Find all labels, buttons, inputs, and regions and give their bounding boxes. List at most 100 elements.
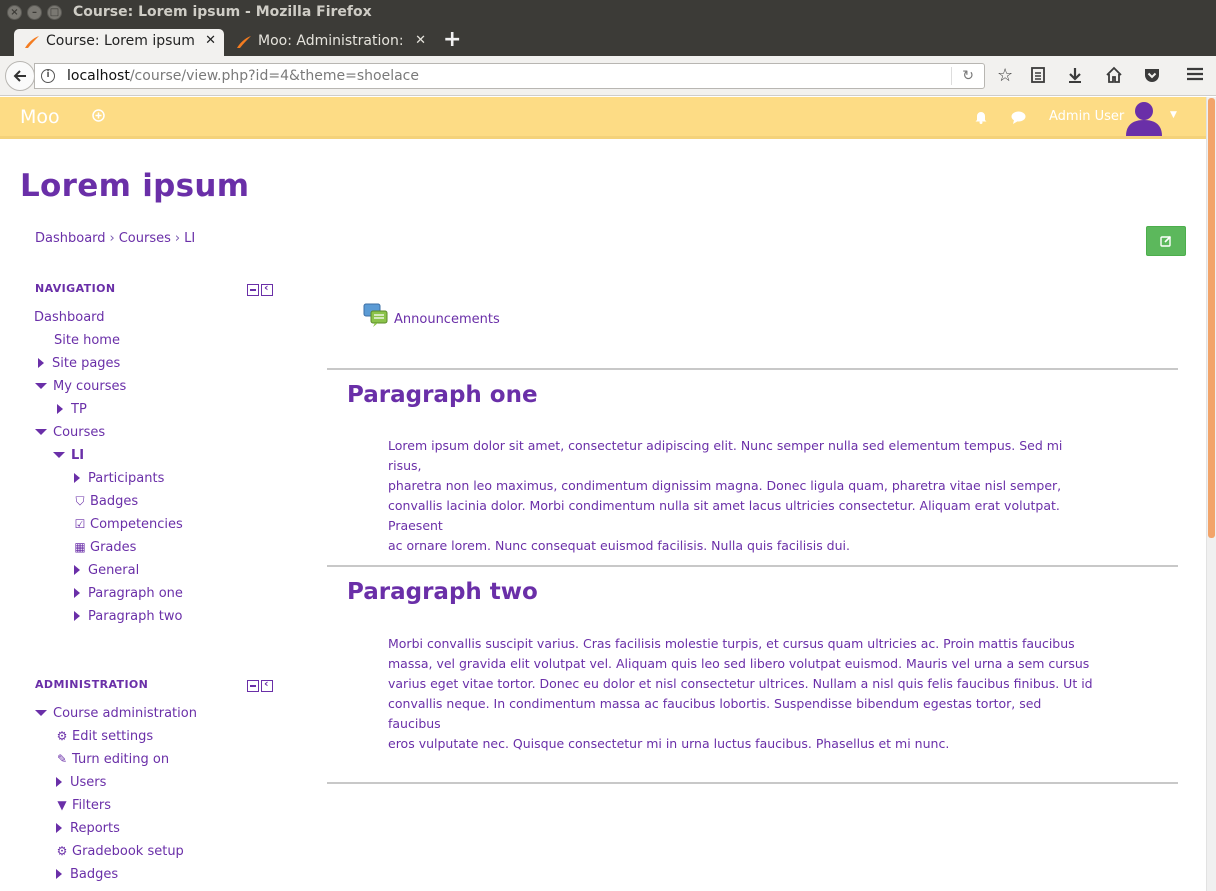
forum-icon [363,303,388,327]
admin-item-edit-settings[interactable]: ⚙ Edit settings [56,729,154,744]
window-titlebar: × – □ Course: Lorem ipsum - Mozilla Fire… [0,0,1216,26]
tab-administration[interactable]: Moo: Administration: ✕ [226,29,434,56]
pencil-icon: ✎ [56,752,68,766]
admin-item-users[interactable]: Users [56,775,106,790]
user-menu-name[interactable]: Admin User [1049,109,1124,124]
breadcrumb-course[interactable]: LI [184,231,195,246]
nav-item-general[interactable]: General [74,563,139,578]
nav-item-paragraph-one[interactable]: Paragraph one [74,586,183,601]
tab-label: Moo: Administration: [258,33,404,49]
page-title: Lorem ipsum [20,168,250,204]
section-divider [327,565,1178,567]
expand-icon [38,358,44,368]
breadcrumb-separator-icon: › [174,231,181,246]
announcements-forum[interactable]: Announcements [363,302,500,330]
admin-item-course-administration[interactable]: Course administration [35,706,197,721]
page-scrollbar[interactable] [1206,97,1216,891]
back-arrow-icon [13,70,26,82]
gear-icon: ⚙ [56,844,68,858]
window-maximize-button[interactable]: □ [47,5,62,20]
turn-editing-on-button[interactable] [1146,226,1186,256]
window-minimize-button[interactable]: – [27,5,42,20]
dock-block-icon[interactable] [261,677,273,692]
bookmark-star-icon[interactable]: ☆ [997,66,1013,86]
nav-item-li[interactable]: LI [53,448,84,463]
home-icon[interactable] [1105,66,1123,89]
tab-close-icon[interactable]: ✕ [205,33,216,48]
menu-icon[interactable] [1186,66,1204,87]
shield-icon: ⛉ [75,494,85,508]
download-icon[interactable] [1067,66,1083,89]
nav-item-courses[interactable]: Courses [35,425,105,440]
section-summary-paragraph-two: Morbi convallis suscipit varius. Cras fa… [388,636,1093,751]
breadcrumb-dashboard[interactable]: Dashboard [35,231,106,246]
moodle-favicon-icon [25,36,39,48]
reload-icon[interactable]: ↻ [962,68,974,84]
new-tab-button[interactable]: + [443,27,461,53]
expand-icon [74,588,80,598]
nav-item-site-pages[interactable]: Site pages [38,356,120,371]
expand-icon [74,611,80,621]
moodle-favicon-icon [237,36,251,48]
section-title-paragraph-one: Paragraph one [347,382,538,408]
window-close-button[interactable]: × [7,5,22,20]
breadcrumb-separator-icon: › [109,231,115,246]
nav-item-site-home[interactable]: Site home [54,333,120,348]
expand-icon [56,869,62,879]
section-title-paragraph-two: Paragraph two [347,579,538,605]
nav-item-dashboard[interactable]: Dashboard [34,310,105,325]
admin-item-filters[interactable]: ▼ Filters [56,798,111,813]
nav-item-participants[interactable]: Participants [74,471,164,486]
collapse-icon [53,452,65,458]
tab-close-icon[interactable]: ✕ [415,33,426,48]
navigation-block-title: NAVIGATION [35,282,116,295]
collapse-icon [35,429,47,435]
url-separator [951,67,952,85]
checkbox-icon: ☑ [74,517,86,531]
nav-item-badges[interactable]: ⛉ Badges [74,494,138,509]
url-bar[interactable]: i localhost/course/view.php?id=4&theme=s… [34,63,985,89]
admin-item-reports[interactable]: Reports [56,821,120,836]
nav-item-competencies[interactable]: ☑ Competencies [74,517,183,532]
tab-bar: Course: Lorem ipsum ✕ Moo: Administratio… [0,26,1216,56]
section-summary-paragraph-one: Lorem ipsum dolor sit amet, consectetur … [388,438,1063,553]
expand-icon [74,473,80,483]
messages-icon[interactable] [1011,111,1026,128]
site-info-icon[interactable]: i [41,69,55,83]
administration-block-title: ADMINISTRATION [35,678,149,691]
admin-item-gradebook-setup[interactable]: ⚙ Gradebook setup [56,844,184,859]
gear-icon: ⚙ [56,729,68,743]
nav-item-my-courses[interactable]: My courses [35,379,126,394]
nav-item-grades[interactable]: ▦ Grades [74,540,136,555]
tab-course[interactable]: Course: Lorem ipsum ✕ [14,29,224,56]
minimize-block-icon[interactable] [247,680,259,692]
collapse-icon [35,710,47,716]
user-menu-caret-icon[interactable]: ▼ [1170,110,1177,120]
url-text: localhost/course/view.php?id=4&theme=sho… [67,68,419,84]
section-divider [327,368,1178,370]
nav-item-paragraph-two[interactable]: Paragraph two [74,609,182,624]
dock-block-icon[interactable] [261,281,273,296]
navigation-block-controls [247,281,275,296]
admin-item-badges[interactable]: Badges [56,867,118,882]
window-title: Course: Lorem ipsum - Mozilla Firefox [73,4,372,20]
table-icon: ▦ [74,540,86,554]
announcements-link[interactable]: Announcements [394,312,500,327]
scrollbar-thumb[interactable] [1208,98,1215,538]
section-divider [327,782,1178,784]
nav-item-tp[interactable]: TP [57,402,87,417]
notifications-bell-icon[interactable] [974,110,988,128]
back-button[interactable] [5,61,35,91]
admin-item-turn-editing-on[interactable]: ✎ Turn editing on [56,752,169,767]
add-block-icon[interactable] [92,109,105,126]
site-header: Moo Admin User ▼ [0,97,1206,139]
site-brand[interactable]: Moo [20,106,60,128]
user-avatar-icon[interactable] [1125,100,1163,136]
reading-list-icon[interactable] [1030,66,1046,89]
expand-icon [57,404,63,414]
minimize-block-icon[interactable] [247,284,259,296]
pocket-icon[interactable] [1143,66,1161,89]
breadcrumb-courses[interactable]: Courses [119,231,171,246]
expand-icon [74,565,80,575]
edit-icon [1160,235,1172,247]
